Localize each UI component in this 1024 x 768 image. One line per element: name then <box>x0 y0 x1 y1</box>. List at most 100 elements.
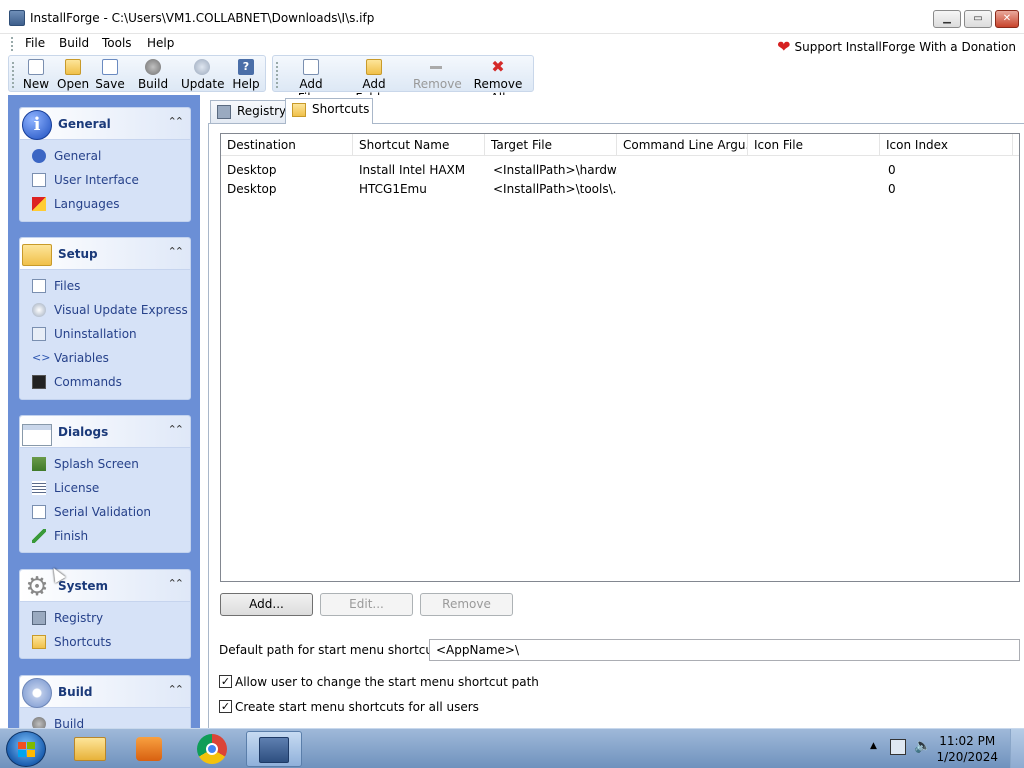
tab-shortcuts[interactable]: Shortcuts <box>285 98 373 124</box>
column-icon-index[interactable]: Icon Index <box>880 134 1013 156</box>
column-target-file[interactable]: Target File <box>485 134 617 156</box>
collapse-icon[interactable]: ⌃⌃ <box>168 115 185 128</box>
chrome-taskbar-button[interactable] <box>184 731 240 767</box>
remove-toolbar-button[interactable]: Remove <box>413 59 462 91</box>
sidebar-item-label: Files <box>54 279 81 293</box>
show-desktop-button[interactable] <box>1010 729 1024 768</box>
panel-system-header[interactable]: ⚙ System ⌃⌃ <box>20 570 190 602</box>
sidebar-item-uninstallation[interactable]: Uninstallation <box>20 322 190 346</box>
new-button[interactable]: New <box>21 59 51 91</box>
start-menu-path-input[interactable]: <AppName>\ <box>429 639 1020 661</box>
update-icon <box>194 59 210 75</box>
remove-shortcut-button[interactable]: Remove <box>420 593 513 616</box>
column-command-line-args[interactable]: Command Line Argu... <box>617 134 748 156</box>
collapse-icon[interactable]: ⌃⌃ <box>168 683 185 696</box>
system-clock[interactable]: 11:02 PM 1/20/2024 <box>936 733 998 765</box>
sidebar-item-label: Finish <box>54 529 89 543</box>
open-folder-icon <box>65 59 81 75</box>
toolbar-group-file: New Open Save Build Update ? Help <box>8 55 266 92</box>
collapse-icon[interactable]: ⌃⌃ <box>168 423 185 436</box>
start-button[interactable] <box>6 731 46 767</box>
table-row[interactable]: Desktop Install Intel HAXM <InstallPath>… <box>221 161 1019 180</box>
build-label: Build <box>137 77 169 91</box>
save-label: Save <box>95 77 125 91</box>
sidebar: i General ⌃⌃ General User Interface Lang… <box>8 95 200 728</box>
minimize-button[interactable]: ▁ <box>933 10 961 28</box>
sidebar-item-languages[interactable]: Languages <box>20 192 190 216</box>
sidebar-item-license[interactable]: License <box>20 476 190 500</box>
explorer-taskbar-button[interactable] <box>62 731 118 767</box>
sidebar-item-commands[interactable]: Commands <box>20 370 190 394</box>
new-label: New <box>22 77 50 91</box>
column-shortcut-name[interactable]: Shortcut Name <box>353 134 485 156</box>
collapse-icon[interactable]: ⌃⌃ <box>168 245 185 258</box>
uninstall-icon <box>32 327 46 341</box>
tab-registry[interactable]: Registry <box>210 100 286 123</box>
column-icon-file[interactable]: Icon File <box>748 134 880 156</box>
menu-bar: File Build Tools Help ❤ Support InstallFo… <box>0 34 1024 56</box>
clock-date: 1/20/2024 <box>936 750 998 764</box>
splash-image-icon <box>32 457 46 471</box>
installforge-taskbar-button[interactable] <box>246 731 302 767</box>
checkbox-checked-icon: ✓ <box>219 675 232 688</box>
all-users-shortcuts-label: Create start menu shortcuts for all user… <box>235 700 479 714</box>
panel-setup-title: Setup <box>58 247 98 261</box>
sidebar-item-user-interface[interactable]: User Interface <box>20 168 190 192</box>
remove-toolbar-label: Remove <box>413 77 462 91</box>
media-player-taskbar-button[interactable] <box>122 731 178 767</box>
sidebar-item-shortcuts[interactable]: Shortcuts <box>20 630 190 654</box>
support-donation-link[interactable]: ❤ Support InstallForge With a Donation <box>777 36 1016 56</box>
sidebar-item-files[interactable]: Files <box>20 274 190 298</box>
build-button[interactable]: Build <box>137 59 169 91</box>
column-destination[interactable]: Destination <box>221 134 353 156</box>
cell-icon-index: 0 <box>888 163 896 177</box>
collapse-icon[interactable]: ⌃⌃ <box>168 577 185 590</box>
menu-grip <box>11 37 14 51</box>
table-row[interactable]: Desktop HTCG1Emu <InstallPath>\tools\...… <box>221 180 1019 199</box>
build-small-icon <box>32 717 46 728</box>
add-folder-icon <box>366 59 382 75</box>
panel-dialogs-header[interactable]: Dialogs ⌃⌃ <box>20 416 190 448</box>
shortcuts-tab-icon <box>292 103 306 117</box>
add-shortcut-button[interactable]: Add... <box>220 593 313 616</box>
update-button[interactable]: Update <box>181 59 224 91</box>
installforge-app-icon <box>9 10 25 26</box>
window-icon <box>32 173 46 187</box>
clock-time: 11:02 PM <box>939 734 996 748</box>
close-button[interactable]: ✕ <box>995 10 1019 28</box>
menu-help[interactable]: Help <box>147 36 174 50</box>
sidebar-item-visual-update-express[interactable]: Visual Update Express <box>20 298 190 322</box>
panel-dialogs: Dialogs ⌃⌃ Splash Screen License Serial … <box>19 415 191 553</box>
dialog-window-icon <box>22 424 52 446</box>
panel-build-header[interactable]: Build ⌃⌃ <box>20 676 190 708</box>
open-button[interactable]: Open <box>57 59 89 91</box>
save-button[interactable]: Save <box>95 59 125 91</box>
edit-shortcut-button[interactable]: Edit... <box>320 593 413 616</box>
sidebar-item-finish[interactable]: Finish <box>20 524 190 548</box>
panel-setup-header[interactable]: Setup ⌃⌃ <box>20 238 190 270</box>
folder-taskbar-icon <box>74 737 106 761</box>
sidebar-item-variables[interactable]: <> Variables <box>20 346 190 370</box>
sidebar-item-general[interactable]: General <box>20 144 190 168</box>
tray-expand-icon[interactable]: ▲ <box>870 741 877 751</box>
sidebar-item-build[interactable]: Build <box>20 712 190 728</box>
maximize-button[interactable]: ▭ <box>964 10 992 28</box>
sidebar-item-label: License <box>54 481 100 495</box>
variables-icon: <> <box>32 351 51 364</box>
cell-destination: Desktop <box>227 163 277 177</box>
sidebar-item-registry[interactable]: Registry <box>20 606 190 630</box>
network-icon[interactable] <box>890 739 906 755</box>
folder-icon <box>22 244 52 266</box>
sidebar-item-serial-validation[interactable]: Serial Validation <box>20 500 190 524</box>
chrome-icon <box>197 734 227 764</box>
panel-general-header[interactable]: i General ⌃⌃ <box>20 108 190 140</box>
tab-registry-label: Registry <box>237 104 287 118</box>
menu-build[interactable]: Build <box>59 36 89 50</box>
sidebar-item-splash-screen[interactable]: Splash Screen <box>20 452 190 476</box>
shortcuts-list[interactable]: Destination Shortcut Name Target File Co… <box>220 133 1020 582</box>
menu-tools[interactable]: Tools <box>102 36 132 50</box>
help-button[interactable]: ? Help <box>231 59 261 91</box>
menu-file[interactable]: File <box>25 36 45 50</box>
window-title: InstallForge - C:\Users\VM1.COLLABNET\Do… <box>30 11 375 25</box>
volume-muted-icon[interactable]: 🔈 <box>914 738 931 754</box>
